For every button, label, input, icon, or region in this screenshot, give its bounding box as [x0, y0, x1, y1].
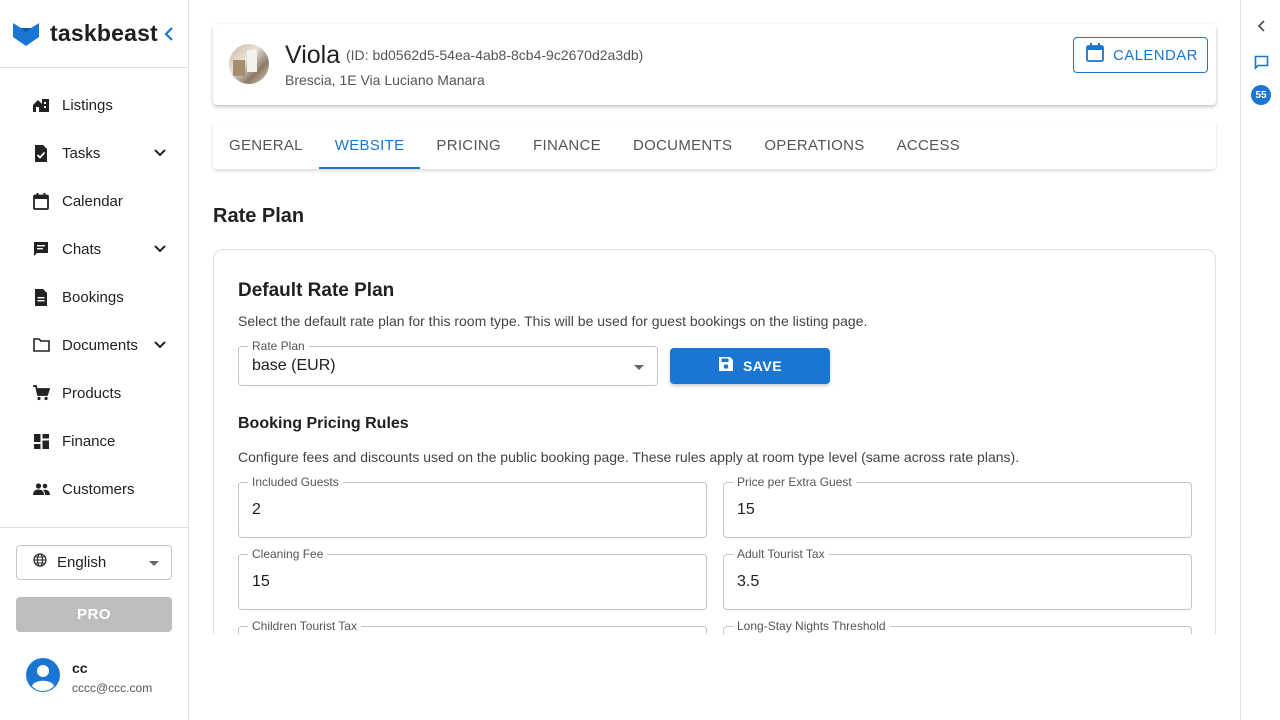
sidebar-item-label: Customers: [62, 480, 135, 498]
listing-header: Viola (ID: bd0562d5-54ea-4ab8-8cb4-9c267…: [213, 24, 1216, 105]
listing-id: (ID: bd0562d5-54ea-4ab8-8cb4-9c2670d2a3d…: [346, 47, 644, 63]
rate-plan-select[interactable]: Rate Plan base (EUR): [238, 339, 658, 386]
caret-down-icon: [149, 561, 159, 566]
sidebar-footer: English PRO cc cccc@ccc.com: [0, 527, 188, 720]
booking-rules-description: Configure fees and discounts used on the…: [238, 449, 1020, 465]
globe-icon: [33, 553, 47, 572]
chat-panel-button[interactable]: [1251, 52, 1271, 72]
sidebar-item-tasks[interactable]: Tasks: [0, 129, 188, 177]
logo-row: taskbeast: [0, 0, 188, 68]
message-icon: [1254, 55, 1268, 70]
section-title: Rate Plan: [213, 205, 305, 227]
calendar-icon: [1086, 43, 1104, 67]
tab-access[interactable]: ACCESS: [881, 121, 977, 169]
language-value: English: [57, 554, 107, 571]
default-rate-plan-title: Default Rate Plan: [238, 280, 395, 301]
user-email: cccc@ccc.com: [72, 681, 153, 695]
tab-website[interactable]: WEBSITE: [318, 121, 421, 169]
field-label: Included Guests: [248, 475, 343, 489]
field-value: 3.5: [737, 573, 760, 590]
sidebar-item-label: Listings: [62, 96, 113, 114]
people-icon: [32, 480, 50, 498]
rate-plan-select-label: Rate Plan: [248, 339, 309, 353]
caret-down-icon: [634, 365, 644, 370]
tab-finance[interactable]: FINANCE: [517, 121, 617, 169]
scroll-clip: [189, 634, 1240, 720]
save-button-label: SAVE: [742, 358, 783, 374]
tab-documents[interactable]: DOCUMENTS: [617, 121, 748, 169]
right-rail: 55: [1240, 0, 1280, 720]
included-guests-field[interactable]: Included Guests 2: [238, 475, 707, 538]
sidebar-item-chats[interactable]: Chats: [0, 225, 188, 273]
chevron-down-icon[interactable]: [150, 143, 170, 163]
collapse-sidebar-button[interactable]: [160, 24, 178, 44]
tab-operations[interactable]: OPERATIONS: [748, 121, 880, 169]
cleaning-fee-field[interactable]: Cleaning Fee 15: [238, 547, 707, 610]
sidebar-item-finance[interactable]: Finance: [0, 417, 188, 465]
pro-button[interactable]: PRO: [16, 597, 172, 632]
expand-panel-button[interactable]: [1251, 16, 1271, 36]
user-name: cc: [72, 660, 88, 676]
sidebar-item-label: Documents: [62, 336, 138, 354]
house-icon: [32, 96, 50, 114]
listing-thumbnail: [229, 44, 269, 84]
adult-tourist-tax-field[interactable]: Adult Tourist Tax 3.5: [723, 547, 1192, 610]
notification-badge[interactable]: 55: [1251, 85, 1271, 105]
sidebar-item-label: Products: [62, 384, 122, 402]
field-label: Long-Stay Nights Threshold: [733, 619, 890, 633]
folder-icon: [32, 336, 50, 354]
sidebar-item-documents[interactable]: Documents: [0, 321, 188, 369]
chat-icon: [32, 240, 50, 258]
sidebar-item-label: Tasks: [62, 144, 101, 162]
sidebar-item-label: Bookings: [62, 288, 124, 306]
field-label: Children Tourist Tax: [248, 619, 361, 633]
user-profile[interactable]: cc cccc@ccc.com: [26, 658, 152, 697]
save-icon: [718, 356, 734, 377]
default-rate-plan-description: Select the default rate plan for this ro…: [238, 313, 868, 329]
listing-tabs: GENERAL WEBSITE PRICING FINANCE DOCUMENT…: [213, 121, 1216, 169]
chevron-down-icon[interactable]: [150, 239, 170, 259]
sidebar-item-label: Finance: [62, 432, 116, 450]
listing-address: Brescia, 1E Via Luciano Manara: [285, 72, 485, 88]
field-label: Adult Tourist Tax: [733, 547, 829, 561]
sidebar-item-label: Calendar: [62, 192, 123, 210]
field-value: 15: [737, 501, 755, 518]
sidebar-item-calendar[interactable]: Calendar: [0, 177, 188, 225]
field-label: Price per Extra Guest: [733, 475, 856, 489]
field-value: 15: [252, 573, 270, 590]
tab-general[interactable]: GENERAL: [213, 121, 319, 169]
sidebar-item-label: Chats: [62, 240, 102, 258]
save-button[interactable]: SAVE: [670, 348, 830, 384]
field-value: 2: [252, 501, 261, 518]
calendar-button[interactable]: CALENDAR: [1073, 37, 1208, 73]
rate-plan-card: Default Rate Plan Select the default rat…: [213, 249, 1216, 649]
price-per-extra-guest-field[interactable]: Price per Extra Guest 15: [723, 475, 1192, 538]
document-icon: [32, 288, 50, 306]
chevron-down-icon[interactable]: [150, 335, 170, 355]
chevron-left-icon: [1257, 20, 1265, 32]
calendar-button-label: CALENDAR: [1113, 46, 1198, 64]
calendar-icon: [32, 192, 50, 210]
sidebar-item-customers[interactable]: Customers: [0, 465, 188, 513]
taskbeast-logo-icon: [12, 21, 40, 47]
app-name: taskbeast: [50, 20, 158, 46]
field-label: Cleaning Fee: [248, 547, 328, 561]
language-select[interactable]: English: [16, 545, 172, 580]
sidebar-item-bookings[interactable]: Bookings: [0, 273, 188, 321]
sidebar-item-listings[interactable]: Listings: [0, 81, 188, 129]
rate-plan-select-value: base (EUR): [252, 357, 336, 374]
listing-name: Viola: [285, 41, 341, 69]
chevron-left-icon: [164, 27, 173, 41]
sidebar-nav: Listings Tasks Calendar Chats Bookings D…: [0, 68, 188, 513]
tab-pricing[interactable]: PRICING: [420, 121, 517, 169]
user-avatar-icon: [26, 658, 60, 697]
dashboard-icon: [32, 432, 50, 450]
cart-icon: [32, 384, 50, 402]
sidebar: taskbeast Listings Tasks Calendar Chats …: [0, 0, 189, 720]
booking-rules-title: Booking Pricing Rules: [238, 415, 409, 432]
sidebar-item-products[interactable]: Products: [0, 369, 188, 417]
task-icon: [32, 144, 50, 162]
